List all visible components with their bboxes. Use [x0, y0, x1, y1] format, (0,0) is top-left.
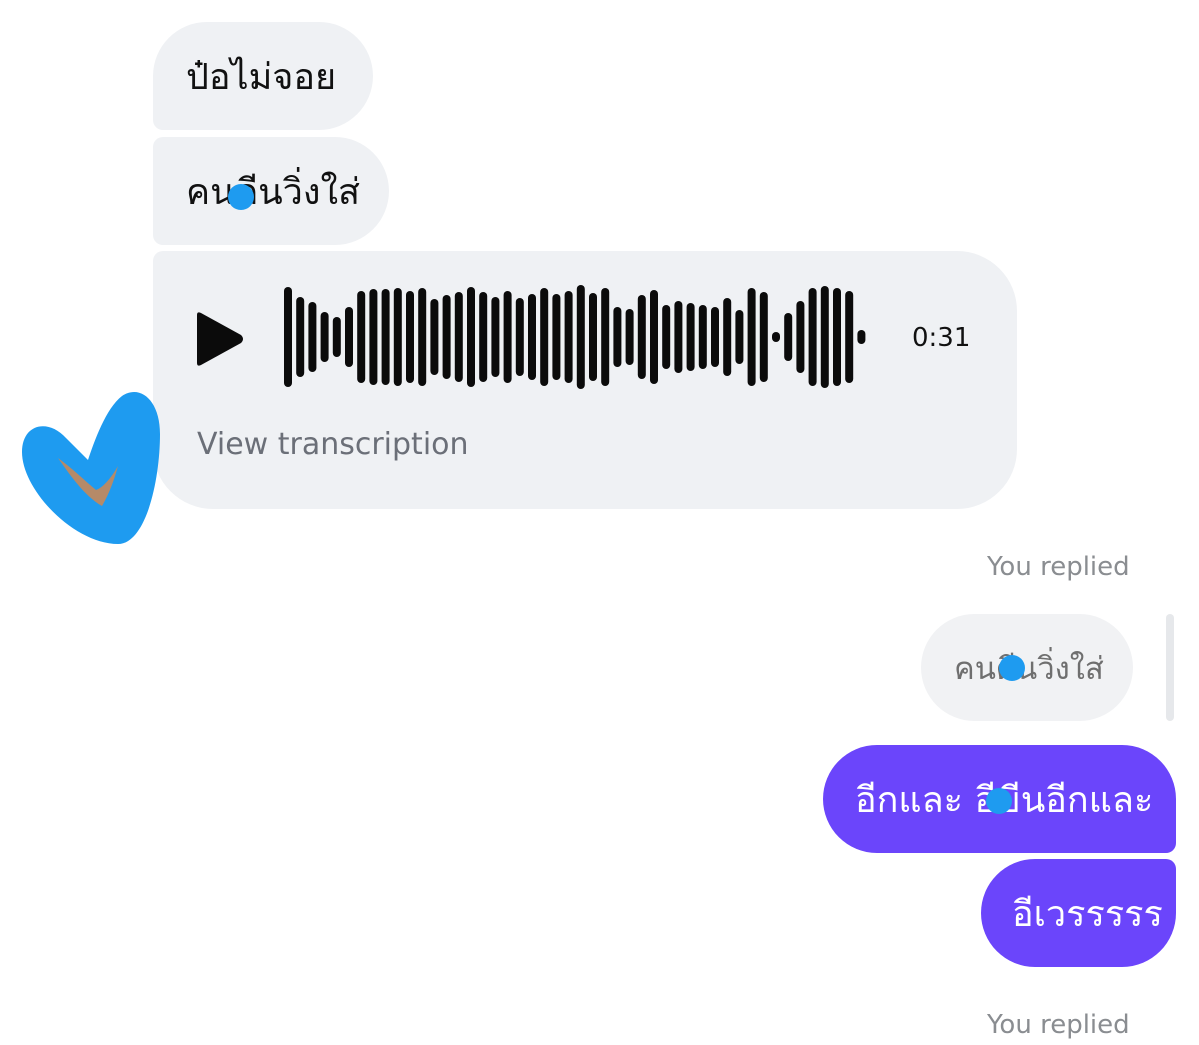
waveform-bar — [674, 301, 683, 373]
waveform-bar — [613, 307, 622, 367]
waveform-bar — [491, 297, 500, 377]
incoming-message[interactable]: ป๋อไม่จอย — [153, 22, 373, 130]
waveform-bar — [369, 289, 378, 385]
waveform-bar — [381, 289, 390, 385]
play-icon — [197, 312, 243, 366]
quote-bar — [1166, 614, 1174, 721]
waveform-bar — [357, 291, 366, 383]
waveform-bar — [589, 293, 597, 381]
annotation-dot — [999, 655, 1025, 681]
reaction[interactable] — [14, 380, 164, 556]
waveform-bar — [723, 298, 732, 376]
waveform-bar — [711, 307, 719, 367]
waveform-bar — [332, 317, 341, 357]
waveform-bar — [345, 307, 353, 367]
reply-label: You replied — [987, 552, 1130, 582]
waveform-bar — [820, 286, 829, 388]
waveform-bar — [772, 332, 780, 342]
waveform-bar — [796, 301, 805, 373]
waveform-bar — [454, 292, 463, 382]
waveform-bar — [515, 298, 524, 376]
message-text: อีเวรรรรร — [1012, 893, 1163, 935]
waveform-bar — [784, 313, 793, 361]
waveform-bar — [528, 294, 536, 380]
reply-label: You replied — [987, 1010, 1130, 1040]
waveform-bar — [759, 292, 768, 382]
waveform-bar — [320, 312, 329, 362]
waveform-bar — [552, 294, 561, 380]
play-button[interactable] — [191, 309, 247, 369]
waveform-bar — [308, 302, 317, 372]
waveform-bar — [467, 287, 475, 387]
waveform-bar — [808, 288, 817, 386]
waveform-bar — [296, 297, 305, 377]
view-transcription-link[interactable]: View transcription — [197, 427, 469, 462]
waveform-bar — [735, 310, 744, 364]
waveform-bar — [442, 295, 451, 379]
waveform-bar — [637, 295, 646, 379]
voice-message[interactable]: 0:31 View transcription — [153, 251, 1017, 509]
message-text: ป๋อไม่จอย — [186, 56, 337, 98]
waveform-bar — [393, 288, 402, 386]
heart-icon — [22, 392, 160, 544]
waveform-bar — [857, 330, 866, 344]
waveform-bar — [747, 288, 756, 386]
waveform-bar — [662, 305, 671, 369]
waveform-bar — [601, 288, 610, 386]
audio-waveform[interactable] — [278, 279, 878, 395]
waveform-bar — [284, 287, 292, 387]
quoted-text: คนดีนวิ่งใส่ — [954, 650, 1104, 687]
annotation-dot — [986, 788, 1012, 814]
waveform-bar — [479, 292, 488, 382]
waveform-bar — [540, 288, 549, 386]
voice-duration: 0:31 — [912, 323, 971, 353]
quoted-message[interactable]: คนดีนวิ่งใส่ — [921, 614, 1133, 721]
message-text: คนดีนวิ่งใส่ — [186, 171, 361, 213]
waveform-bar — [698, 305, 707, 369]
waveform-bar — [833, 288, 841, 386]
waveform-bar — [845, 291, 854, 383]
waveform-bar — [406, 291, 414, 383]
waveform-bar — [686, 303, 695, 371]
waveform-bar — [625, 309, 634, 365]
waveform-bar — [418, 288, 427, 386]
incoming-message[interactable]: คนดีนวิ่งใส่ — [153, 137, 389, 245]
waveform-bar — [650, 290, 658, 384]
outgoing-message[interactable]: อีเวรรรรร — [981, 859, 1176, 967]
waveform-bar — [564, 291, 573, 383]
annotation-dot — [228, 184, 254, 210]
waveform-bar — [430, 299, 439, 375]
waveform-bar — [503, 291, 512, 383]
waveform-bar — [576, 285, 585, 389]
